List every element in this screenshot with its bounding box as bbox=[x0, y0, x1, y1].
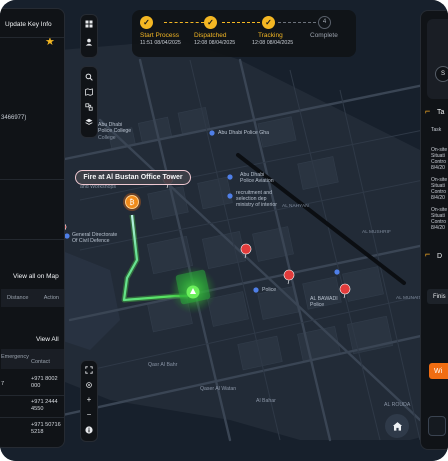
step-number: 4 bbox=[318, 16, 331, 29]
stack-icon[interactable] bbox=[83, 116, 95, 128]
svg-text:₿: ₿ bbox=[129, 199, 134, 207]
app-frame: ₿ Abu Dhabi Police Gha College Abu Dhabi… bbox=[0, 0, 448, 461]
grid-icon[interactable] bbox=[83, 18, 95, 30]
divider bbox=[0, 239, 64, 240]
map-label: Al Bahar bbox=[256, 398, 276, 404]
step-label: Tracking bbox=[258, 32, 283, 39]
map-label: Abu Dhabi Police Aviation bbox=[240, 172, 274, 184]
step-label: Dispatched bbox=[194, 32, 227, 39]
map-label: General Directorate Of Civil Defence bbox=[72, 232, 118, 244]
zoom-in-icon[interactable]: + bbox=[83, 394, 95, 406]
accent-icon: ⌐ bbox=[425, 106, 431, 116]
map-label: recruitment and selection dep ministry o… bbox=[236, 190, 277, 208]
column-header: Action bbox=[43, 295, 59, 301]
divider bbox=[0, 179, 64, 180]
map-label: AL MUNAIS bbox=[396, 296, 422, 301]
map-label: Qasr Al Bahr bbox=[148, 362, 178, 368]
accent-icon: ⌐ bbox=[425, 249, 431, 259]
table-header: Emergency Contact bbox=[1, 349, 64, 369]
check-icon: ✓ bbox=[262, 16, 275, 29]
incident-title[interactable]: Fire at Al Bustan Office Tower bbox=[75, 170, 191, 185]
step-time: 12:08 08/04/2025 bbox=[252, 40, 294, 46]
finish-button[interactable]: Finis bbox=[427, 289, 448, 304]
contact-number[interactable]: +971 2444 4550 bbox=[31, 399, 58, 413]
task-entry[interactable]: On-site Situati Contro 8/4/20 bbox=[431, 177, 447, 201]
step-complete: 4 Complete bbox=[310, 16, 366, 40]
map-view[interactable]: ₿ Abu Dhabi Police Gha College Abu Dhabi… bbox=[0, 0, 448, 461]
view-all-link[interactable]: View All bbox=[36, 336, 59, 343]
step-label: Start Process bbox=[140, 32, 180, 39]
map-label: Qaser Al Watan bbox=[200, 386, 237, 392]
table-header: Distance Action bbox=[1, 289, 64, 307]
section-heading: Ta bbox=[437, 109, 445, 116]
section-heading: D bbox=[437, 253, 443, 260]
divider bbox=[0, 395, 64, 396]
user-icon[interactable] bbox=[83, 36, 95, 48]
column-header: Contact bbox=[31, 359, 50, 365]
table-cell: 7 bbox=[1, 381, 5, 387]
map-label: Abu Dhabi Police College bbox=[98, 122, 132, 134]
divider bbox=[0, 417, 64, 418]
qr-thumbnail[interactable] bbox=[428, 416, 446, 436]
view-all-on-map-link[interactable]: View all on Map bbox=[13, 273, 59, 280]
locate-icon[interactable] bbox=[83, 379, 95, 391]
action-button[interactable]: Wi bbox=[429, 363, 448, 379]
contact-number[interactable]: +971 50716 5218 bbox=[31, 422, 61, 436]
layers-icon[interactable] bbox=[83, 101, 95, 113]
column-header: Distance bbox=[7, 295, 29, 301]
map-label: Police bbox=[262, 287, 277, 293]
top-toolbar bbox=[80, 14, 98, 58]
zoom-out-icon[interactable]: − bbox=[83, 409, 95, 421]
divider bbox=[0, 37, 64, 38]
task-entry[interactable]: On-site Situati Contro 8/4/20 bbox=[431, 147, 447, 171]
stats-card bbox=[427, 19, 448, 99]
info-icon[interactable] bbox=[83, 424, 95, 436]
step-tracking: ✓ Tracking 12:08 08/04/2025 bbox=[252, 16, 308, 46]
map-icon[interactable] bbox=[83, 86, 95, 98]
map-label: AL MUSHRIF bbox=[362, 230, 391, 235]
step-time: 12:08 08/04/2025 bbox=[194, 40, 236, 46]
column-header: Task bbox=[431, 127, 442, 133]
step-start-process: ✓ Start Process 11:51 08/04/2025 bbox=[140, 16, 196, 46]
star-icon[interactable]: ★ bbox=[45, 37, 55, 48]
status-circle: S bbox=[435, 66, 448, 82]
panel-title: Update Key Info bbox=[5, 21, 52, 28]
map-tools-toolbar bbox=[80, 66, 98, 138]
map-label: Abu Dhabi Police Gha bbox=[218, 130, 270, 136]
map-label: College bbox=[98, 135, 116, 141]
status-tracker: ✓ Start Process 11:51 08/04/2025 ✓ Dispa… bbox=[132, 10, 356, 57]
check-icon: ✓ bbox=[204, 16, 217, 29]
map-label: AL BAWADI Police bbox=[310, 296, 338, 308]
key-info-panel: Update Key Info ★ 3466977) View all on M… bbox=[0, 8, 65, 448]
tasks-panel: S ⌐ Ta Task On-site Situati Contro 8/4/2… bbox=[420, 10, 448, 450]
home-icon[interactable] bbox=[385, 414, 409, 438]
search-icon[interactable] bbox=[83, 71, 95, 83]
expand-icon[interactable] bbox=[83, 364, 95, 376]
task-entry[interactable]: On-site Situati Contro 8/4/20 bbox=[431, 207, 447, 231]
map-label: AL NAHYAN bbox=[282, 204, 309, 209]
step-label: Complete bbox=[310, 32, 338, 39]
check-icon: ✓ bbox=[140, 16, 153, 29]
map-label: AL ROUDA bbox=[384, 402, 411, 408]
contact-number[interactable]: +971 8002 000 bbox=[31, 376, 58, 390]
step-dispatched: ✓ Dispatched 12:08 08/04/2025 bbox=[194, 16, 250, 46]
map-controls-toolbar: + − bbox=[80, 360, 98, 442]
step-time: 11:51 08/04/2025 bbox=[140, 40, 181, 46]
incident-id: 3466977) bbox=[1, 115, 27, 121]
column-header: Emergency bbox=[1, 354, 29, 360]
